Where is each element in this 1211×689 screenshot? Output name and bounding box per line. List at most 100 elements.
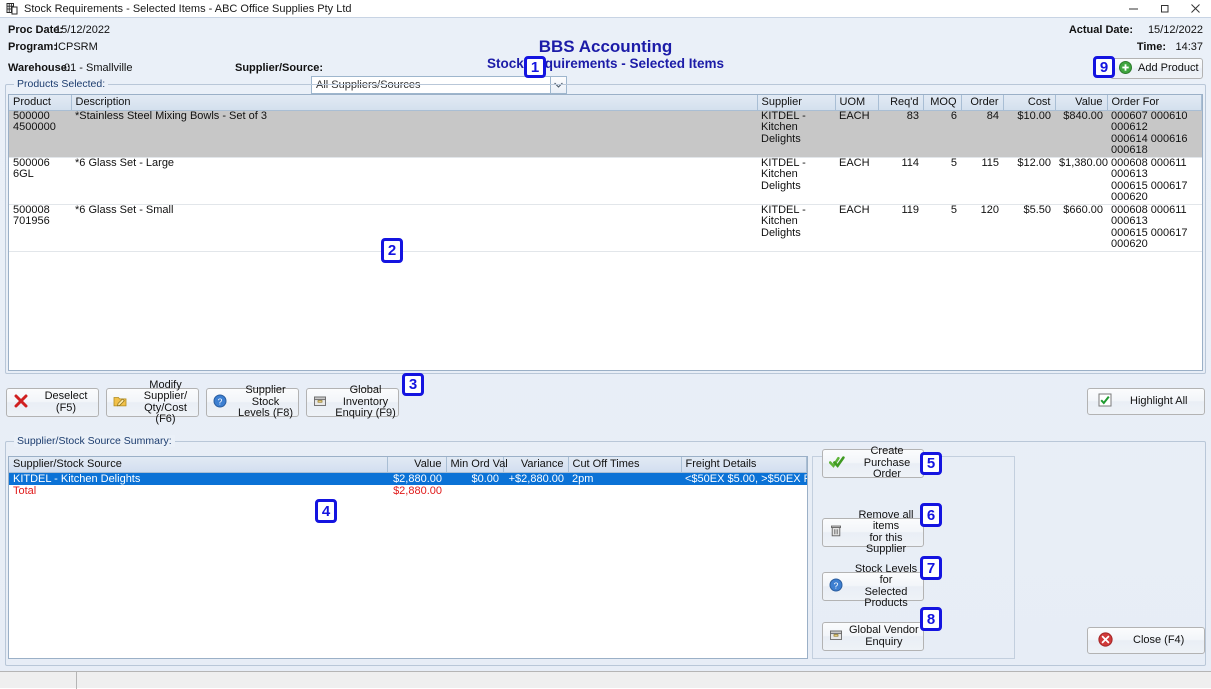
minimize-icon[interactable] [1118, 0, 1149, 17]
red-x-icon [14, 394, 28, 411]
scol-freight[interactable]: Freight Details [681, 457, 807, 472]
stock-levels-selected-button[interactable]: ? Stock Levels for Selected Products [822, 572, 924, 601]
stock-levels-selected-label: Stock Levels for Selected Products [849, 564, 923, 610]
cell-product: 500008 701956 [9, 204, 71, 251]
scol-variance[interactable]: Variance [503, 457, 568, 472]
global-inventory-enquiry-button[interactable]: Global Inventory Enquiry (F9) [306, 388, 399, 417]
col-uom[interactable]: UOM [835, 95, 878, 110]
cell-cost: $5.50 [1003, 204, 1055, 251]
cell-value: $660.00 [1055, 204, 1107, 251]
trash-icon [829, 524, 843, 541]
scol-value[interactable]: Value [387, 457, 446, 472]
proc-date-value: 15/12/2022 [55, 24, 110, 36]
highlight-all-label: Highlight All [1130, 396, 1187, 408]
app-grid-icon [5, 2, 19, 16]
scol-cut-off[interactable]: Cut Off Times [568, 457, 681, 472]
supplier-stock-levels-button[interactable]: ? Supplier Stock Levels (F8) [206, 388, 299, 417]
cell-reqd: 119 [878, 204, 923, 251]
svg-text:?: ? [834, 580, 839, 590]
actual-date-value: 15/12/2022 [1148, 24, 1203, 36]
cell-product: 500006 6GL [9, 157, 71, 204]
cell-value: $1,380.00 [1055, 157, 1107, 204]
cell-uom: EACH [835, 157, 878, 204]
col-value[interactable]: Value [1055, 95, 1107, 110]
badge-7: 7 [920, 556, 942, 580]
col-reqd[interactable]: Req'd [878, 95, 923, 110]
modify-supplier-button[interactable]: Modify Supplier/ Qty/Cost (F6) [106, 388, 199, 417]
col-cost[interactable]: Cost [1003, 95, 1055, 110]
scol-min-ord[interactable]: Min Ord Val [446, 457, 503, 472]
archive-box-icon [829, 628, 843, 645]
total-label: Total [9, 485, 387, 497]
close-icon[interactable] [1180, 0, 1211, 17]
status-bar [0, 671, 1211, 688]
cell-moq: 5 [923, 157, 961, 204]
close-button[interactable]: Close (F4) [1087, 627, 1205, 654]
cell-order-for: 000608 000611 000613 000615 000617 00062… [1107, 157, 1202, 204]
actual-date-label: Actual Date: [1069, 24, 1133, 36]
cell-order-for: 000607 000610 000612 000614 000616 00061… [1107, 110, 1202, 157]
deselect-button[interactable]: Deselect (F5) [6, 388, 99, 417]
cell-uom: EACH [835, 204, 878, 251]
page-subtitle: Stock Requirements - Selected Items [0, 56, 1211, 71]
products-table[interactable]: Product Description Supplier UOM Req'd M… [8, 94, 1203, 371]
svg-text:?: ? [218, 396, 223, 406]
cell-moq: 6 [923, 110, 961, 157]
total-blank-4 [681, 485, 807, 497]
global-vendor-enquiry-button[interactable]: Global Vendor Enquiry [822, 622, 924, 651]
col-product[interactable]: Product [9, 95, 71, 110]
question-circle-icon: ? [213, 394, 227, 411]
scell-freight: <$50EX $5.00, >$50EX FIS [681, 472, 807, 485]
summary-table[interactable]: Supplier/Stock Source Value Min Ord Val … [8, 456, 808, 659]
cell-order: 84 [961, 110, 1003, 157]
maximize-icon[interactable] [1149, 0, 1180, 17]
window-titlebar: Stock Requirements - Selected Items - AB… [0, 0, 1211, 17]
summary-legend: Supplier/Stock Source Summary: [14, 435, 175, 447]
scell-min-ord: $0.00 [446, 472, 503, 485]
table-row[interactable]: 500000 4500000 *Stainless Steel Mixing B… [9, 110, 1202, 157]
application-window: Proc Date: 15/12/2022 Program: ICPSRM Wa… [0, 17, 1211, 671]
summary-row[interactable]: KITDEL - Kitchen Delights $2,880.00 $0.0… [9, 472, 807, 485]
scell-cut-off: 2pm [568, 472, 681, 485]
scol-source[interactable]: Supplier/Stock Source [9, 457, 387, 472]
cell-order: 115 [961, 157, 1003, 204]
table-row[interactable]: 500006 6GL *6 Glass Set - Large KITDEL -… [9, 157, 1202, 204]
global-inventory-enquiry-label: Global Inventory Enquiry (F9) [333, 385, 398, 420]
status-cell-main [77, 672, 1211, 689]
page-title: BBS Accounting [0, 37, 1211, 57]
cell-supplier: KITDEL - Kitchen Delights [757, 204, 835, 251]
col-supplier[interactable]: Supplier [757, 95, 835, 110]
cell-reqd: 83 [878, 110, 923, 157]
plus-circle-icon [1119, 61, 1132, 77]
cell-description: *6 Glass Set - Large [71, 157, 757, 204]
cell-reqd: 114 [878, 157, 923, 204]
table-row[interactable]: 500008 701956 *6 Glass Set - Small KITDE… [9, 204, 1202, 251]
badge-5: 5 [920, 452, 942, 475]
window-controls [1118, 0, 1211, 17]
badge-6: 6 [920, 503, 942, 527]
add-product-button[interactable]: Add Product [1110, 58, 1203, 79]
remove-all-items-button[interactable]: Remove all items for this Supplier [822, 518, 924, 547]
remove-all-items-label: Remove all items for this Supplier [849, 510, 923, 556]
total-blank-1 [446, 485, 503, 497]
summary-header-row: Supplier/Stock Source Value Min Ord Val … [9, 457, 807, 472]
question-circle-icon: ? [829, 578, 843, 595]
cell-value: $840.00 [1055, 110, 1107, 157]
badge-2: 2 [381, 238, 403, 263]
col-order-for[interactable]: Order For [1107, 95, 1202, 110]
time-value: 14:37 [1175, 41, 1203, 53]
total-blank-2 [503, 485, 568, 497]
summary-total-row: Total $2,880.00 [9, 485, 807, 497]
create-purchase-order-button[interactable]: Create Purchase Order [822, 449, 924, 478]
total-value: $2,880.00 [387, 485, 446, 497]
col-order[interactable]: Order [961, 95, 1003, 110]
cell-moq: 5 [923, 204, 961, 251]
highlight-all-button[interactable]: Highlight All [1087, 388, 1205, 415]
scell-variance: +$2,880.00 [503, 472, 568, 485]
checkbox-checked-icon [1098, 393, 1112, 410]
badge-1: 1 [524, 56, 546, 78]
green-check-icon [829, 455, 845, 472]
col-description[interactable]: Description [71, 95, 757, 110]
folder-edit-icon [113, 394, 127, 411]
col-moq[interactable]: MOQ [923, 95, 961, 110]
